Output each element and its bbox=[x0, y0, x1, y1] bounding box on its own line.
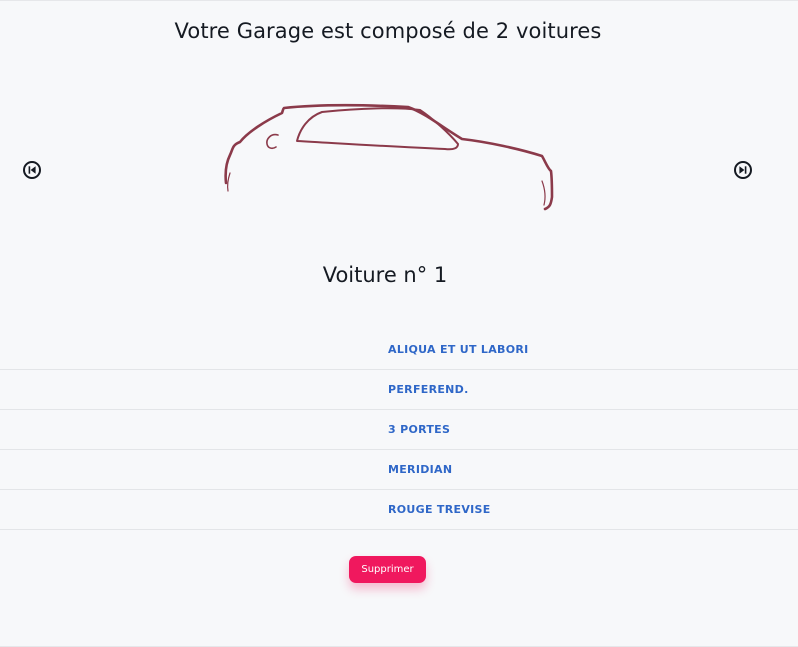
carousel-next-button[interactable] bbox=[733, 160, 753, 180]
spec-row: MERIDIAN bbox=[0, 450, 798, 490]
skip-next-icon bbox=[734, 161, 752, 179]
spec-row: ROUGE TREVISE bbox=[0, 490, 798, 530]
skip-previous-icon bbox=[23, 161, 41, 179]
delete-car-button[interactable]: Supprimer bbox=[349, 556, 426, 583]
spec-value: ROUGE TREVISE bbox=[388, 503, 491, 516]
spec-value: PERFEREND. bbox=[388, 383, 469, 396]
car-spec-list: ALIQUA ET UT LABORI PERFEREND. 3 PORTES … bbox=[0, 330, 798, 530]
spec-row: ALIQUA ET UT LABORI bbox=[0, 330, 798, 370]
carousel-prev-button[interactable] bbox=[22, 160, 42, 180]
spec-value: ALIQUA ET UT LABORI bbox=[388, 343, 529, 356]
page-title: Votre Garage est composé de 2 voitures bbox=[174, 19, 602, 43]
garage-page: Votre Garage est composé de 2 voitures V… bbox=[0, 0, 798, 647]
spec-value: MERIDIAN bbox=[388, 463, 453, 476]
spec-row: PERFEREND. bbox=[0, 370, 798, 410]
car-name-heading: Voiture n° 1 bbox=[322, 263, 448, 287]
spec-row: 3 PORTES bbox=[0, 410, 798, 450]
spec-value: 3 PORTES bbox=[388, 423, 451, 436]
car-outline-image bbox=[224, 103, 554, 211]
